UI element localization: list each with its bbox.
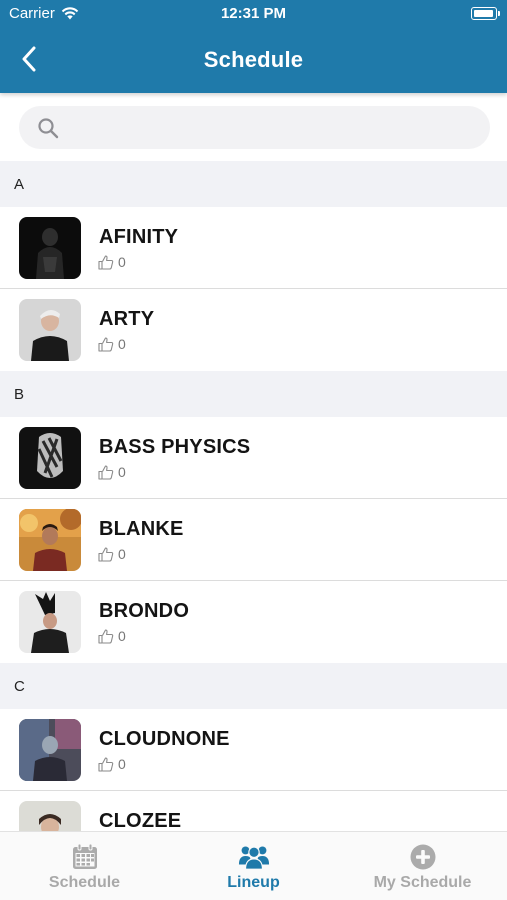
tab-my-schedule[interactable]: My Schedule	[338, 832, 507, 900]
tab-label: My Schedule	[373, 874, 472, 891]
like-count[interactable]: 0	[98, 464, 126, 480]
like-count-value: 0	[118, 336, 126, 352]
nav-bar: Schedule	[0, 28, 507, 93]
artist-row-cloudnone[interactable]: CLOUDNONE 0	[0, 709, 507, 791]
app-header: Carrier 12:31 PM Schedule	[0, 0, 507, 93]
thumbs-up-icon	[98, 628, 114, 644]
section-letter: C	[14, 677, 25, 695]
section-letter: A	[14, 175, 25, 193]
plus-circle-icon	[407, 842, 439, 872]
search-bar[interactable]	[19, 106, 490, 149]
artist-row-blanke[interactable]: BLANKE 0	[0, 499, 507, 581]
artist-name: CLOUDNONE	[99, 728, 230, 750]
artist-row-afinity[interactable]: AFINITY 0	[0, 207, 507, 289]
like-count[interactable]: 0	[98, 756, 126, 772]
artist-name: CLOZEE	[99, 810, 182, 831]
section-letter: B	[14, 385, 25, 403]
artist-row-brondo[interactable]: BRONDO 0	[0, 581, 507, 663]
status-bar: Carrier 12:31 PM	[0, 0, 507, 28]
status-time: 12:31 PM	[220, 5, 287, 22]
search-container	[0, 93, 507, 161]
like-count-value: 0	[118, 254, 126, 270]
page-title: Schedule	[203, 47, 304, 72]
search-input[interactable]	[69, 118, 469, 137]
calendar-icon	[69, 842, 101, 872]
thumbs-up-icon	[98, 336, 114, 352]
artist-name: AFINITY	[99, 226, 179, 248]
people-icon	[238, 842, 270, 872]
like-count-value: 0	[118, 464, 126, 480]
artist-avatar	[19, 299, 81, 361]
artist-name: BLANKE	[99, 518, 184, 540]
like-count-value: 0	[118, 756, 126, 772]
tab-schedule[interactable]: Schedule	[0, 832, 169, 900]
artist-name: BRONDO	[99, 600, 190, 622]
thumbs-up-icon	[98, 464, 114, 480]
artist-name: BASS PHYSICS	[99, 436, 251, 458]
like-count-value: 0	[118, 546, 126, 562]
like-count[interactable]: 0	[98, 628, 126, 644]
artist-avatar	[19, 591, 81, 653]
tab-label: Schedule	[48, 874, 121, 891]
section-header-c: C	[0, 663, 507, 709]
like-count[interactable]: 0	[98, 254, 126, 270]
artist-row-arty[interactable]: ARTY 0	[0, 289, 507, 371]
tab-bar: Schedule Lineup My Schedule	[0, 831, 507, 900]
tab-label: Lineup	[227, 874, 280, 891]
artist-avatar	[19, 509, 81, 571]
tab-lineup[interactable]: Lineup	[169, 832, 338, 900]
lineup-list[interactable]: A AFINITY 0 ARTY 0 B BASS PHYSICS 0 BLAN…	[0, 161, 507, 831]
artist-name: ARTY	[99, 308, 155, 330]
artist-avatar	[19, 719, 81, 781]
thumbs-up-icon	[98, 254, 114, 270]
thumbs-up-icon	[98, 756, 114, 772]
section-header-a: A	[0, 161, 507, 207]
artist-avatar	[19, 427, 81, 489]
battery-icon	[471, 7, 500, 20]
artist-row-clozee[interactable]: CLOZEE 0	[0, 791, 507, 831]
thumbs-up-icon	[98, 546, 114, 562]
search-icon	[38, 117, 59, 138]
like-count[interactable]: 0	[98, 546, 126, 562]
artist-avatar	[19, 217, 81, 279]
artist-row-bass-physics[interactable]: BASS PHYSICS 0	[0, 417, 507, 499]
screen: Carrier 12:31 PM Schedule A AFINITY 0 AR…	[0, 0, 507, 900]
like-count[interactable]: 0	[98, 336, 126, 352]
section-header-b: B	[0, 371, 507, 417]
like-count-value: 0	[118, 628, 126, 644]
artist-avatar	[19, 801, 81, 831]
